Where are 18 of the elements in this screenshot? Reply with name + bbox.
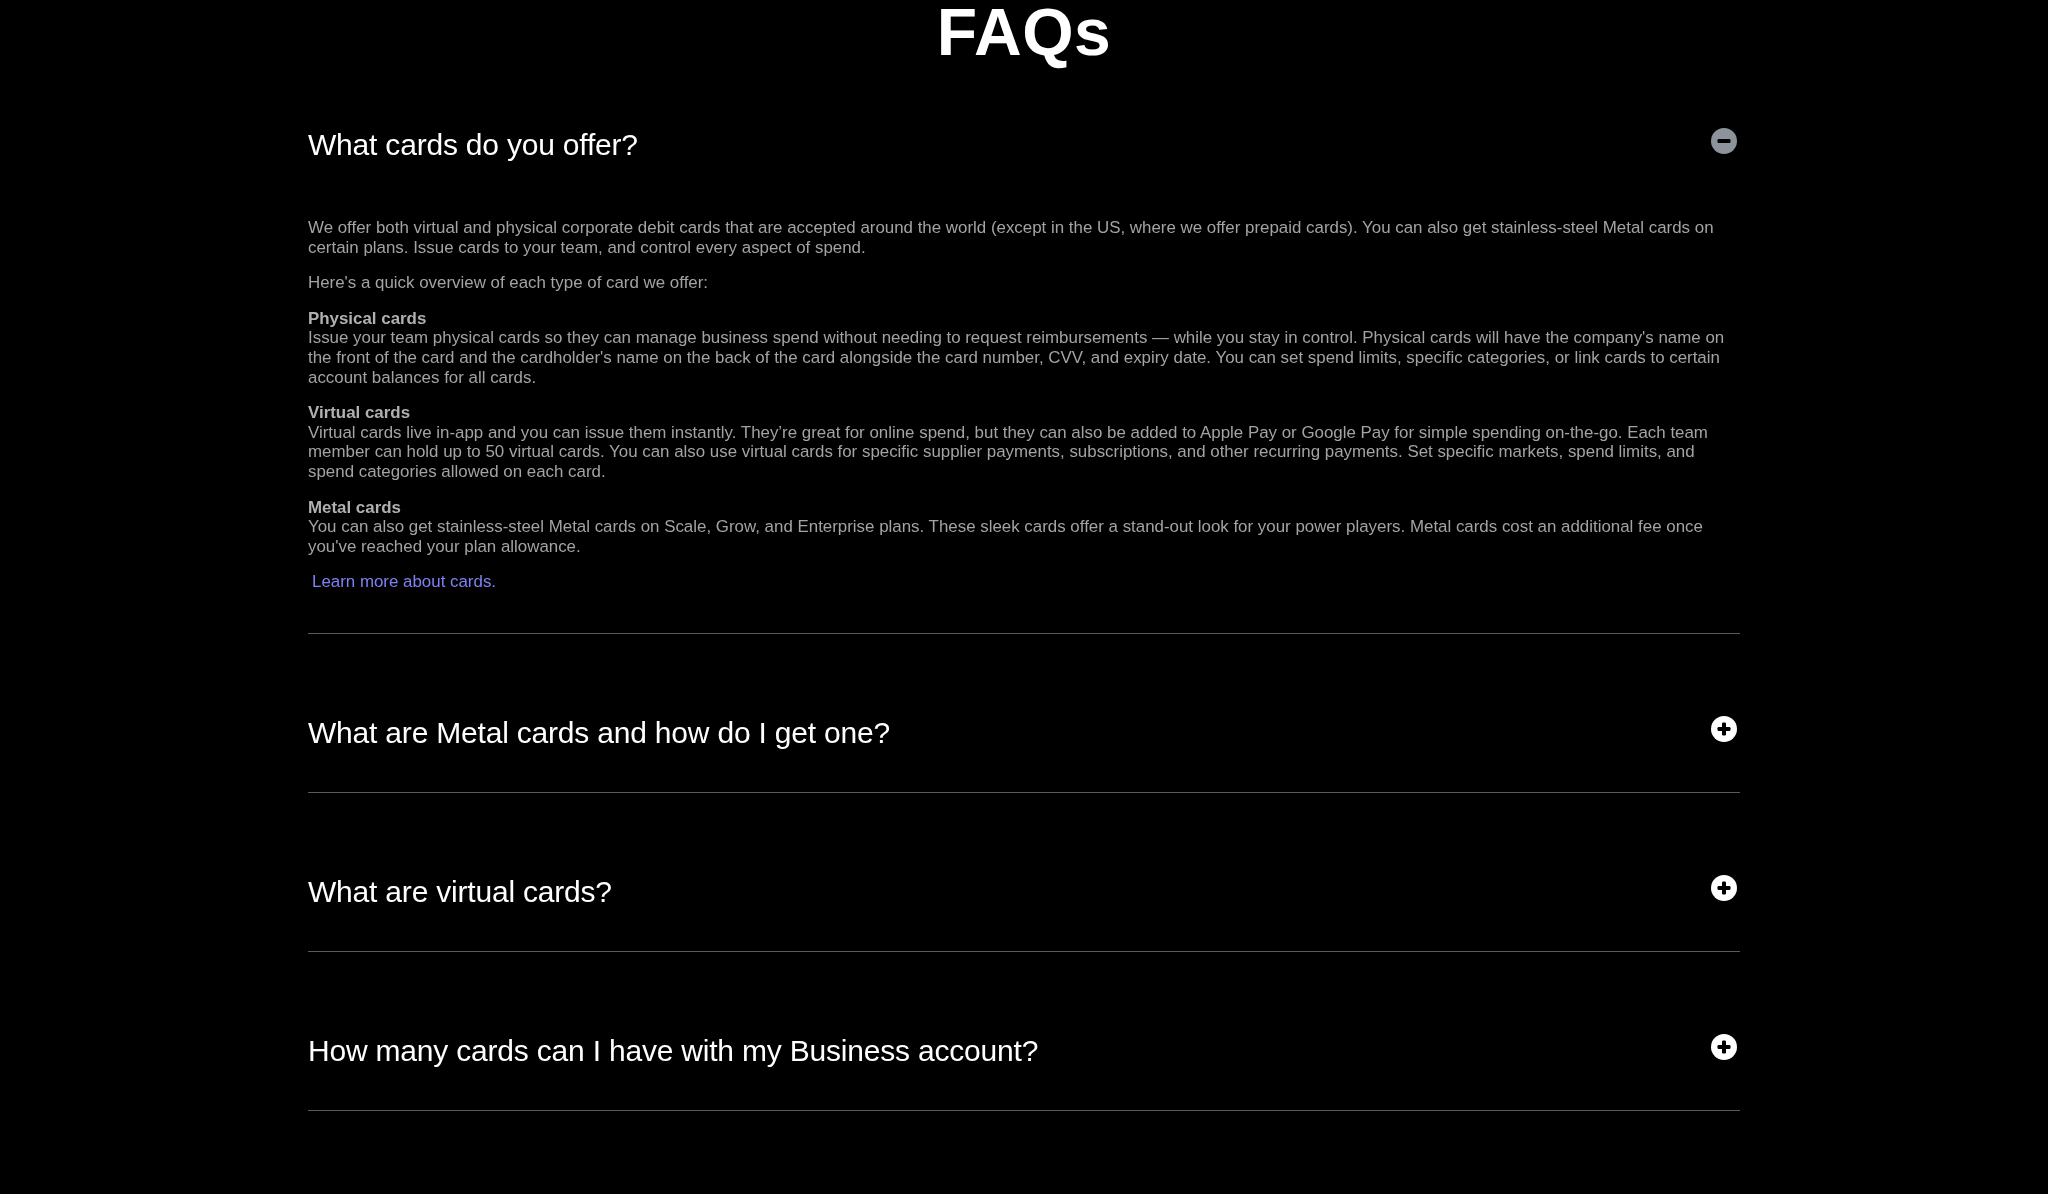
answer-text: We offer both virtual and physical corporate debit cards that are accepted around the world (except in the US, where we offer prepaid cards). You can also get stainless-steel Metal cards on certain plans. Issue cards to your team, and control every aspect of spend. [308, 218, 1715, 258]
plus-icon[interactable] [1711, 715, 1737, 742]
card-type-description: You can also get stainless-steel Metal cards on Scale, Grow, and Enterprise plans. These sleek cards offer a stand-out look for your power players. Metal cards cost an additional fee once you've reached your plan allowance. [308, 517, 1704, 557]
card-type-description: Issue your team physical cards so they can manage business spend without needing to request reimbursements — while you stay in control. Physical cards will have the company's name on the front of the card and the cardholder's name on the back of the card alongside the card number, CVV, and expiry date. You can set spend limits, specific categories, or link cards to certain account balances for all cards. [308, 328, 1726, 388]
card-type-heading: Metal cards [308, 497, 401, 518]
faq-question[interactable]: What are virtual cards? [308, 871, 612, 912]
plus-icon[interactable] [1711, 874, 1737, 901]
page-title: FAQs [935, 0, 1113, 71]
faq-question[interactable]: What are Metal cards and how do I get one? [308, 712, 890, 753]
faq-question[interactable]: How many cards can I have with my Business account? [308, 1030, 1039, 1071]
learn-more-link[interactable]: Learn more about cards. [312, 572, 497, 592]
faq-question[interactable]: What cards do you offer? [308, 125, 638, 165]
plus-icon[interactable] [1711, 1033, 1737, 1060]
answer-text: Here's a quick overview of each type of card we offer: [308, 273, 710, 293]
card-type-heading: Virtual cards [308, 403, 411, 423]
card-type-description: Virtual cards live in-app and you can issue them instantly. They’re great for online spend, but they can also be added to Apple Pay or Google Pay for simple spending on-the-go. Each team member can hold up to 50 virtual cards. You can also use virtual cards for specific supplier payments, subscriptions, and other recurring payments. Set specific markets, spend limits, and spend categories allowed on each card. [308, 422, 1709, 482]
card-type-heading: Physical cards [308, 308, 427, 329]
minus-icon[interactable] [1711, 128, 1737, 154]
